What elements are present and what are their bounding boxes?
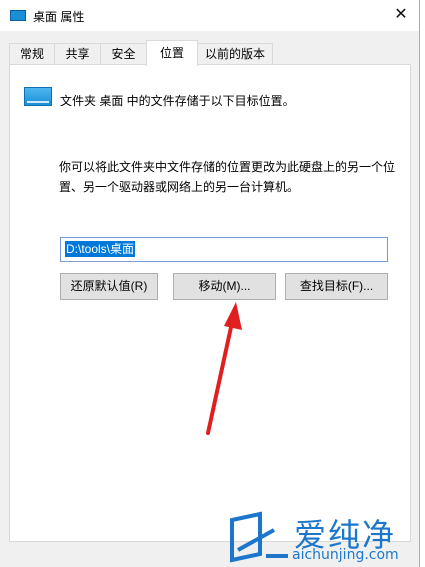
path-value: D:\tools\桌面 (65, 241, 136, 257)
properties-dialog: 桌面 属性 ✕ 常规 共享 安全 位置 以前的版本 文件夹 桌面 中的文件存储于… (0, 0, 420, 567)
folder-icon (10, 10, 26, 21)
tab-sharing[interactable]: 共享 (54, 43, 101, 64)
title-bar[interactable]: 桌面 属性 ✕ (0, 0, 419, 31)
tab-previous-versions[interactable]: 以前的版本 (197, 43, 273, 64)
close-button[interactable]: ✕ (389, 4, 413, 26)
location-header: 文件夹 桌面 中的文件存储于以下目标位置。 (60, 94, 295, 108)
tab-location[interactable]: 位置 (146, 40, 198, 66)
close-icon: ✕ (394, 6, 408, 23)
tab-strip: 常规 共享 安全 位置 以前的版本 (9, 40, 411, 66)
tab-general[interactable]: 常规 (9, 43, 55, 64)
tab-security[interactable]: 安全 (100, 43, 147, 64)
location-description: 你可以将此文件夹中文件存储的位置更改为此硬盘上的另一个位置、另一个驱动器或网络上… (59, 160, 396, 194)
window-title: 桌面 属性 (33, 10, 85, 24)
find-target-button[interactable]: 查找目标(F)... (285, 273, 388, 300)
path-input[interactable]: D:\tools\桌面 (60, 237, 388, 262)
restore-default-button[interactable]: 还原默认值(R) (60, 273, 158, 300)
location-panel: 文件夹 桌面 中的文件存储于以下目标位置。 你可以将此文件夹中文件存储的位置更改… (9, 64, 411, 542)
desktop-folder-icon (24, 87, 52, 106)
move-button[interactable]: 移动(M)... (173, 273, 276, 300)
